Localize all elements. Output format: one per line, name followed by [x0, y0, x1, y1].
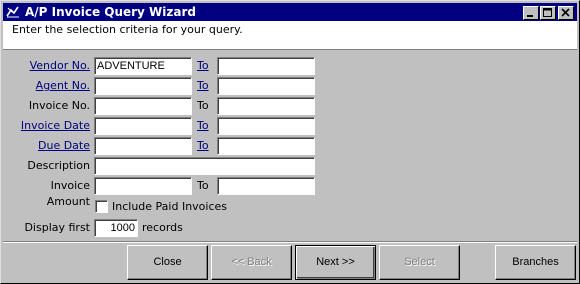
invoice-no-to-input[interactable] — [217, 97, 315, 115]
due-date-link[interactable]: Due Date — [11, 138, 90, 154]
invoice-amount-label: Invoice Amount — [46, 179, 90, 208]
display-first-label: Display first — [24, 221, 90, 234]
close-button-label: Close — [153, 256, 182, 268]
select-button-label: Select — [404, 256, 435, 268]
button-bar-divider — [3, 241, 577, 243]
instruction-panel: Enter the selection criteria for your qu… — [3, 21, 577, 50]
amount-from-input[interactable] — [94, 177, 192, 195]
invoice-no-label: Invoice No. — [28, 99, 90, 112]
minimize-icon — [527, 15, 533, 17]
close-button[interactable]: Close — [127, 245, 208, 280]
agent-to-input[interactable] — [217, 77, 315, 95]
description-input[interactable] — [94, 157, 315, 175]
amount-to-input[interactable] — [217, 177, 315, 195]
agent-to-link[interactable]: To — [197, 78, 209, 94]
agent-from-input[interactable] — [94, 77, 192, 95]
maximize-button[interactable] — [540, 6, 556, 20]
vendor-to-link[interactable]: To — [197, 58, 209, 74]
back-button-label: << Back — [231, 256, 272, 268]
include-paid-label[interactable]: Include Paid Invoices — [112, 199, 227, 215]
next-button-label: Next >> — [316, 256, 355, 268]
query-wizard-window: A/P Invoice Query Wizard Enter the selec… — [0, 0, 580, 284]
display-first-input[interactable] — [94, 219, 138, 237]
description-label: Description — [27, 159, 90, 172]
app-icon — [6, 6, 19, 18]
invoice-no-to-label: To — [197, 99, 209, 112]
invoice-date-to-link[interactable]: To — [197, 118, 209, 134]
vendor-to-input[interactable] — [217, 57, 315, 75]
records-label: records — [142, 221, 183, 234]
next-button[interactable]: Next >> — [295, 245, 376, 280]
title-bar[interactable]: A/P Invoice Query Wizard — [3, 3, 577, 21]
due-date-to-link[interactable]: To — [197, 138, 209, 154]
close-icon — [561, 8, 570, 17]
vendor-no-link[interactable]: Vendor No. — [11, 58, 90, 74]
invoice-no-from-input[interactable] — [94, 97, 192, 115]
agent-no-link[interactable]: Agent No. — [11, 78, 90, 94]
minimize-button[interactable] — [523, 6, 539, 20]
invoice-date-to-input[interactable] — [217, 117, 315, 135]
close-window-button[interactable] — [558, 6, 574, 20]
vendor-from-input[interactable] — [94, 57, 192, 75]
branches-button[interactable]: Branches — [495, 245, 576, 280]
amount-to-label: To — [197, 179, 209, 192]
invoice-date-link[interactable]: Invoice Date — [11, 118, 90, 134]
window-title: A/P Invoice Query Wizard — [25, 5, 196, 19]
back-button[interactable]: << Back — [211, 245, 292, 280]
due-date-to-input[interactable] — [217, 137, 315, 155]
instruction-text: Enter the selection criteria for your qu… — [12, 23, 243, 36]
due-date-from-input[interactable] — [94, 137, 192, 155]
invoice-date-from-input[interactable] — [94, 117, 192, 135]
select-button[interactable]: Select — [379, 245, 460, 280]
branches-button-label: Branches — [512, 256, 559, 268]
maximize-icon — [543, 8, 552, 17]
include-paid-checkbox[interactable] — [95, 200, 108, 213]
